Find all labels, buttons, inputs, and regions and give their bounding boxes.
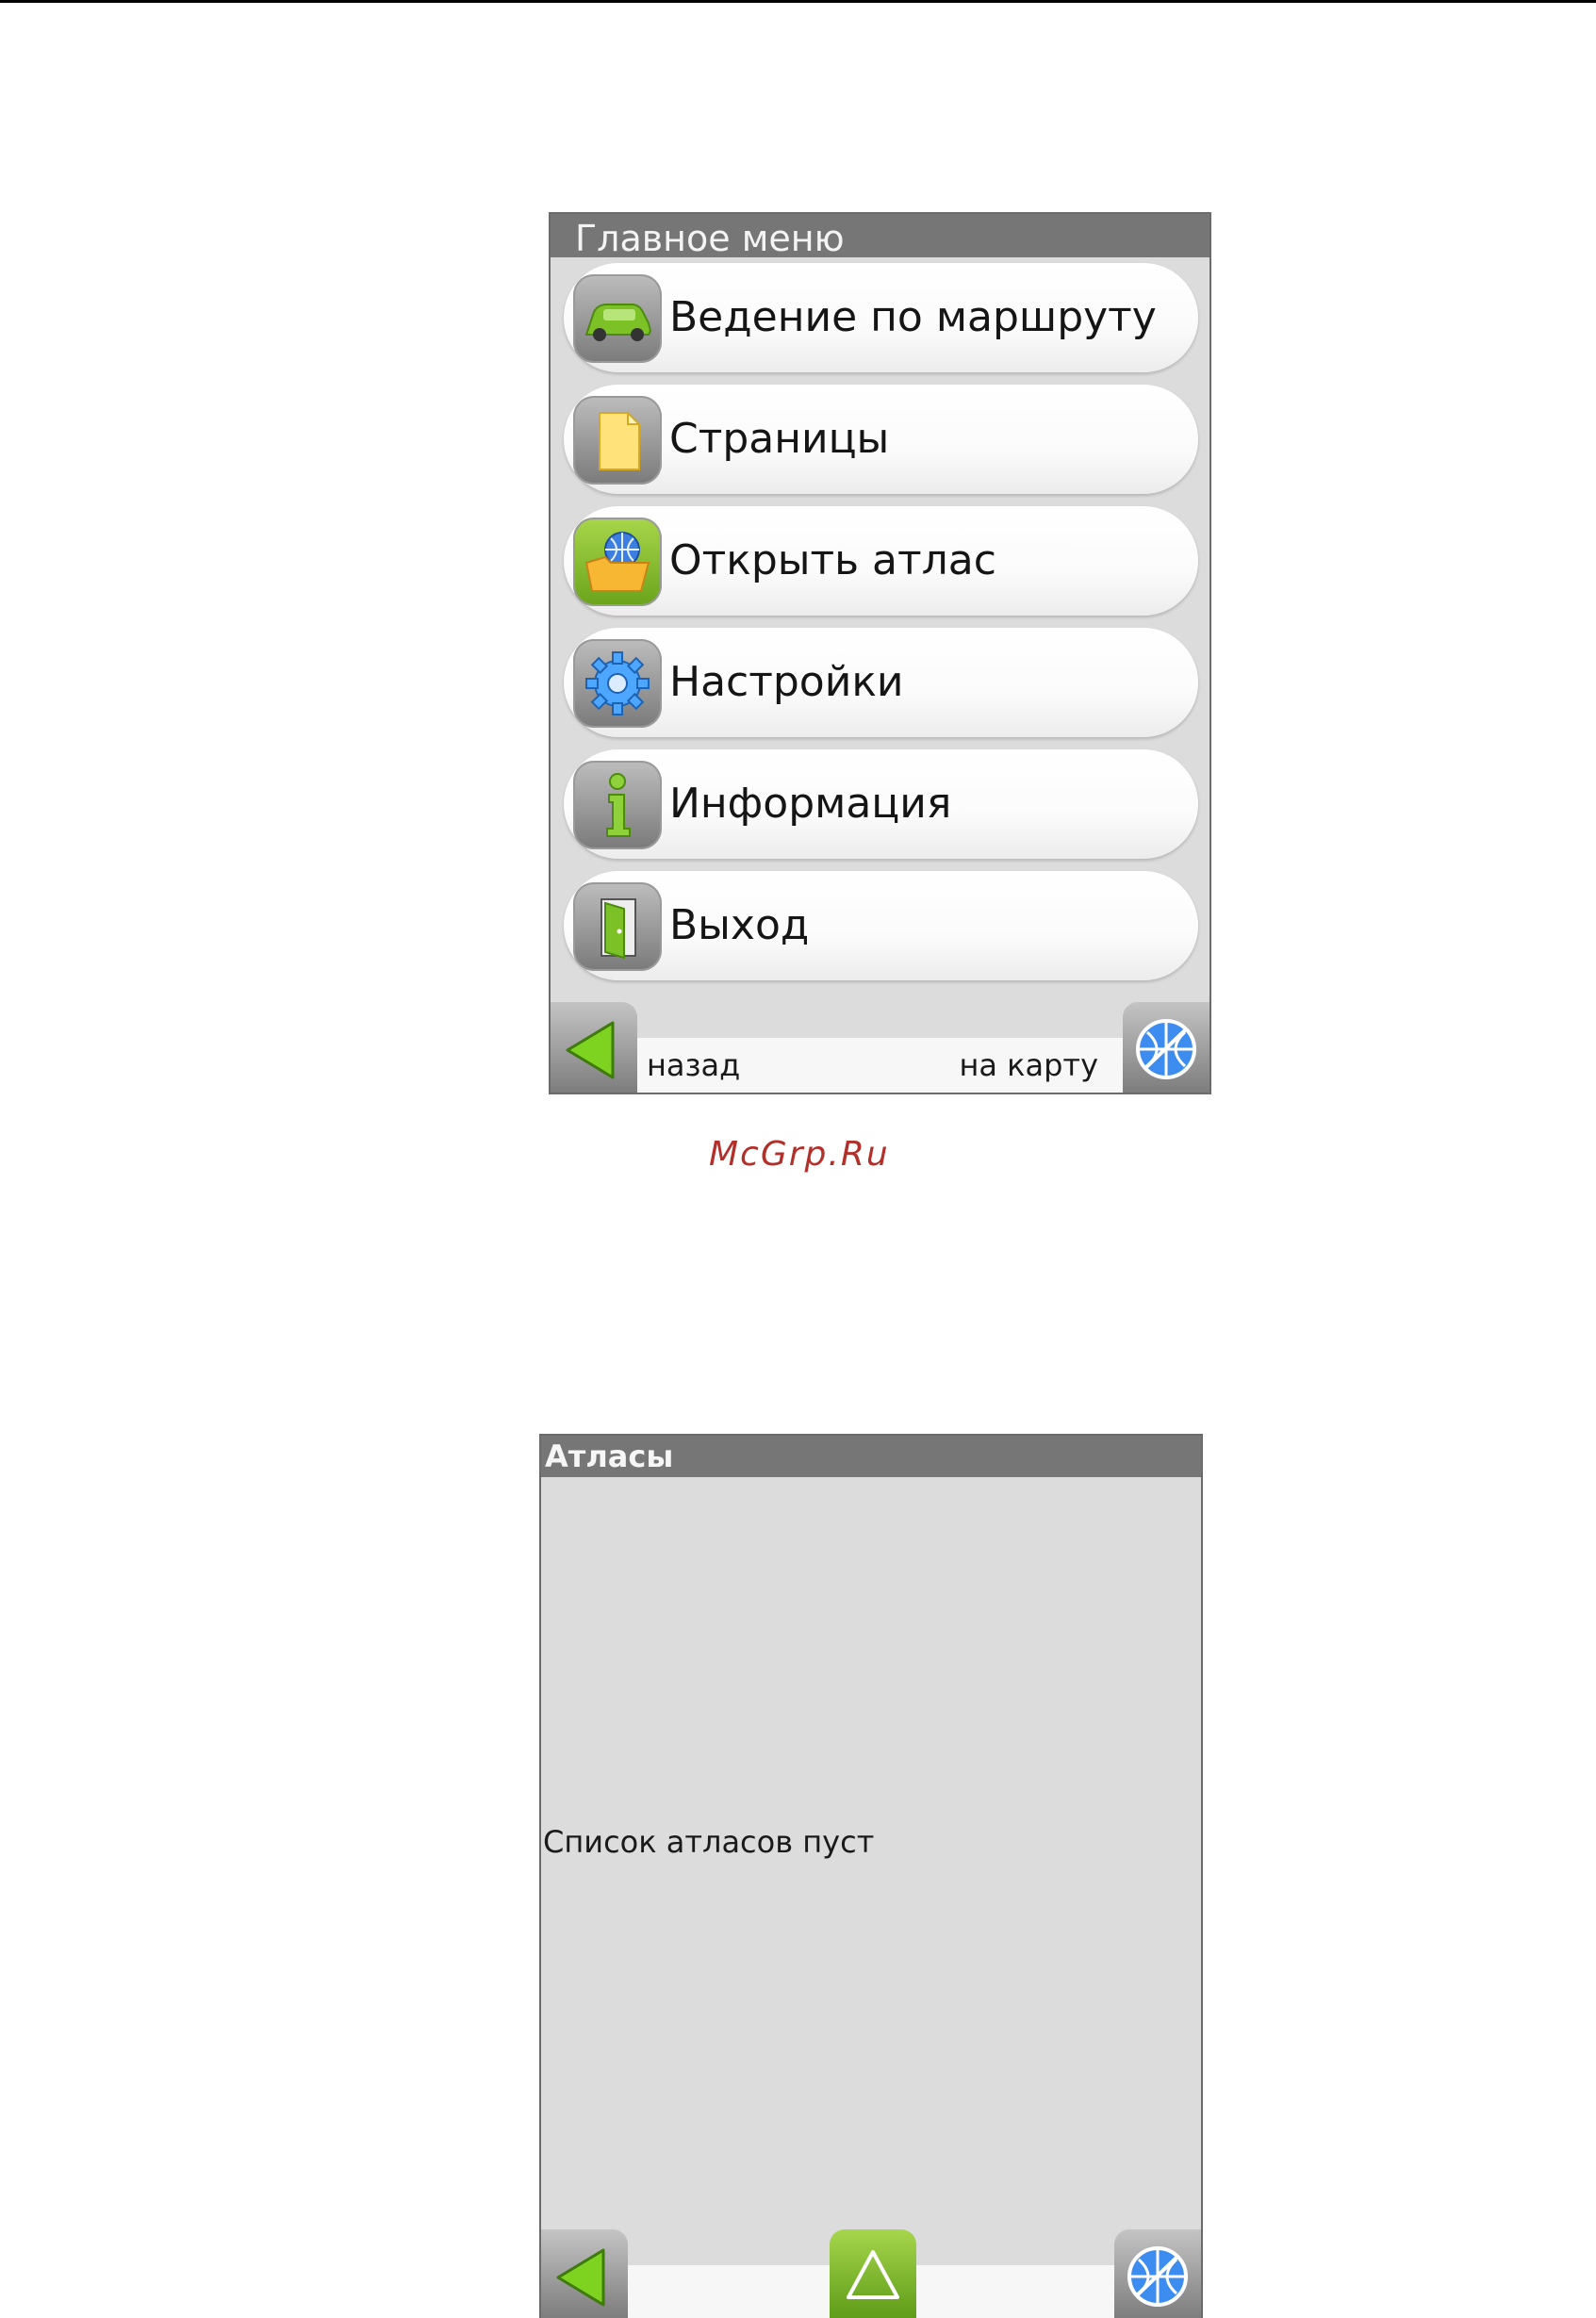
info-icon [573, 761, 662, 849]
car-icon [573, 274, 662, 363]
to-map-label[interactable]: на карту [959, 1038, 1098, 1093]
menu-item-label: Информация [669, 780, 952, 828]
main-menu-title: Главное меню [551, 214, 1209, 257]
bottom-bar [541, 2229, 1201, 2318]
menu-item-label: Открыть атлас [669, 536, 996, 584]
menu-item-label: Страницы [669, 415, 890, 463]
atlases-screen: Атласы Список атласов пуст [539, 1434, 1203, 2318]
menu-item-open-atlas[interactable]: Открыть атлас [564, 506, 1198, 616]
up-arrow-icon [847, 2250, 899, 2299]
page-icon [573, 396, 662, 485]
globe-icon [1127, 2246, 1188, 2307]
globe-icon [1136, 1019, 1196, 1079]
menu-item-label: Настройки [669, 658, 904, 706]
back-button[interactable] [541, 2229, 628, 2318]
menu-item-settings[interactable]: Настройки [564, 628, 1198, 737]
atlases-title: Атласы [541, 1436, 1201, 1477]
back-label[interactable]: назад [647, 1038, 740, 1093]
watermark: McGrp.Ru [709, 1135, 890, 1174]
menu-item-information[interactable]: Информация [564, 749, 1198, 859]
back-arrow-icon [556, 2248, 605, 2307]
main-menu-screen: Главное меню Ведение по маршруту Страниц… [549, 212, 1211, 1094]
atlas-folder-icon [573, 518, 662, 606]
empty-atlas-list-message: Список атласов пуст [543, 1824, 875, 1860]
to-map-button[interactable] [1114, 2229, 1201, 2318]
to-map-button[interactable] [1123, 1002, 1209, 1093]
top-rule [0, 0, 1596, 3]
menu-item-pages[interactable]: Страницы [564, 385, 1198, 494]
up-button[interactable] [830, 2229, 916, 2318]
bottom-bar: назад на карту [551, 1002, 1209, 1093]
menu-item-label: Выход [669, 901, 810, 949]
menu-item-route-guidance[interactable]: Ведение по маршруту [564, 263, 1198, 372]
menu-item-exit[interactable]: Выход [564, 871, 1198, 980]
back-button[interactable] [551, 1002, 637, 1093]
menu-item-label: Ведение по маршруту [669, 293, 1157, 341]
exit-door-icon [573, 882, 662, 971]
gear-icon [573, 639, 662, 728]
back-arrow-icon [566, 1021, 615, 1079]
